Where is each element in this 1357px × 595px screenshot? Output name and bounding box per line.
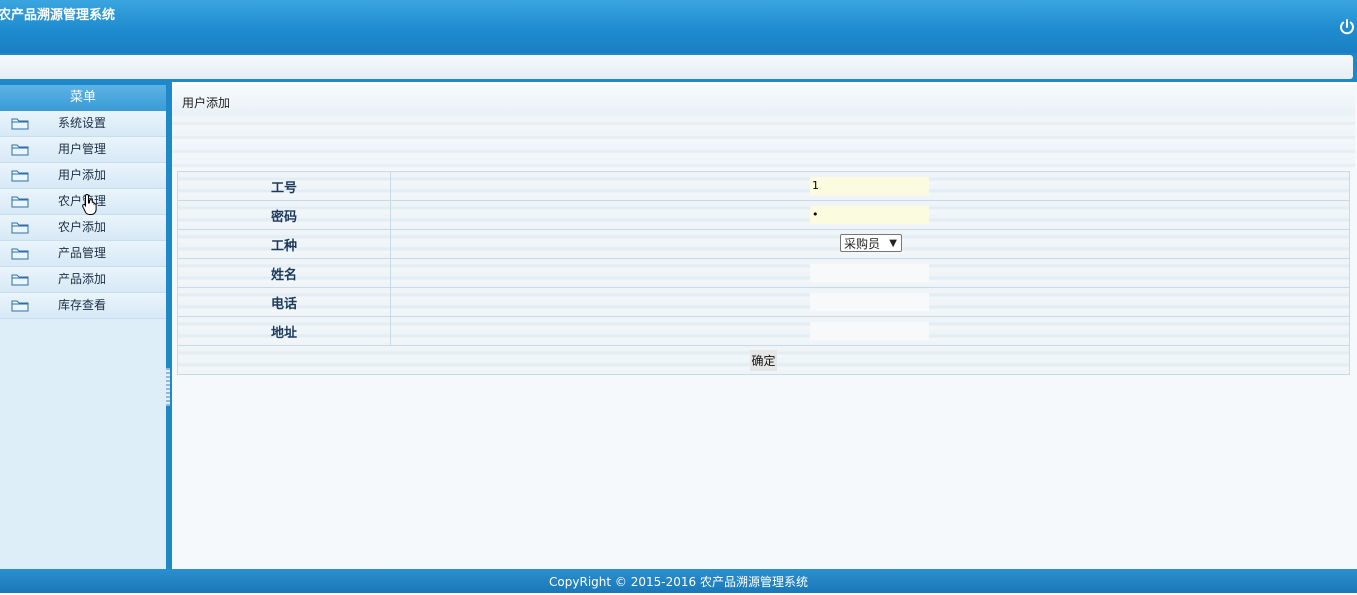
sidebar: 菜单 系统设置 用户管理 用户添加 农户管理 农户添加 产品管理 产品添加 库存… — [0, 82, 172, 569]
submit-cell: 确定 — [177, 345, 1350, 375]
hand-pointer-icon — [82, 193, 97, 215]
field-cell — [390, 316, 1350, 346]
page-title-bar: 用户添加 — [172, 85, 1355, 116]
form-submit-row: 确定 — [177, 345, 1350, 375]
employee-id-input[interactable]: 1 — [810, 177, 929, 195]
sidebar-item-farmer-add[interactable]: 农户添加 — [0, 215, 166, 241]
field-label: 地址 — [177, 316, 391, 346]
job-type-select[interactable]: 采购员 ▼ — [840, 234, 902, 252]
folder-icon — [11, 222, 29, 234]
password-input[interactable]: • — [810, 206, 929, 224]
folder-icon — [11, 274, 29, 286]
header: 农产品溯源管理系统 — [0, 0, 1357, 53]
form-row: 工号 1 — [177, 171, 1350, 201]
form-row: 姓名 — [177, 258, 1350, 288]
sidebar-item-system-settings[interactable]: 系统设置 — [0, 111, 166, 137]
sidebar-item-user-add[interactable]: 用户添加 — [0, 163, 166, 189]
sidebar-item-label: 库存查看 — [58, 298, 107, 312]
copyright-text: CopyRight © 2015-2016 农产品溯源管理系统 — [549, 575, 808, 589]
power-icon[interactable] — [1338, 18, 1356, 36]
sidebar-item-label: 系统设置 — [58, 116, 107, 130]
form-row: 电话 — [177, 287, 1350, 317]
app-title: 农产品溯源管理系统 — [0, 8, 116, 23]
sidebar-item-user-management[interactable]: 用户管理 — [0, 137, 166, 163]
folder-icon — [11, 144, 29, 156]
field-label: 工种 — [177, 229, 391, 259]
job-type-selected: 采购员 — [844, 237, 881, 251]
address-input[interactable] — [810, 322, 929, 340]
menu-title: 菜单 — [0, 85, 166, 111]
folder-icon — [11, 196, 29, 208]
form-row: 地址 — [177, 316, 1350, 346]
main-panel: 用户添加 工号 1 密码 • 工种 采购员 ▼ 姓名 电话 地址 确定 — [172, 85, 1357, 569]
content-spacer — [172, 116, 1355, 170]
field-cell — [390, 287, 1350, 317]
folder-icon — [11, 118, 29, 130]
field-cell: • — [390, 200, 1350, 230]
sidebar-splitter-handle[interactable] — [166, 368, 170, 406]
folder-icon — [11, 248, 29, 260]
user-add-form: 工号 1 密码 • 工种 采购员 ▼ 姓名 电话 地址 确定 — [177, 171, 1350, 375]
dropdown-arrow-icon: ▼ — [889, 238, 897, 249]
toolbar — [0, 53, 1357, 82]
field-cell — [390, 258, 1350, 288]
folder-icon — [11, 300, 29, 312]
folder-icon — [11, 170, 29, 182]
footer: CopyRight © 2015-2016 农产品溯源管理系统 — [0, 569, 1357, 593]
sidebar-item-label: 农户添加 — [58, 220, 107, 234]
form-row: 密码 • — [177, 200, 1350, 230]
page-title: 用户添加 — [182, 96, 231, 110]
field-label: 工号 — [177, 171, 391, 201]
field-label: 姓名 — [177, 258, 391, 288]
sidebar-item-label: 产品添加 — [58, 272, 107, 286]
sidebar-item-label: 用户管理 — [58, 142, 107, 156]
sidebar-panel: 菜单 系统设置 用户管理 用户添加 农户管理 农户添加 产品管理 产品添加 库存… — [0, 85, 166, 569]
sidebar-item-product-management[interactable]: 产品管理 — [0, 241, 166, 267]
confirm-button[interactable]: 确定 — [750, 349, 777, 371]
toolbar-bar — [0, 55, 1353, 79]
sidebar-item-label: 用户添加 — [58, 168, 107, 182]
sidebar-item-label: 产品管理 — [58, 246, 107, 260]
field-label: 密码 — [177, 200, 391, 230]
phone-input[interactable] — [810, 293, 929, 311]
form-row: 工种 采购员 ▼ — [177, 229, 1350, 259]
sidebar-item-product-add[interactable]: 产品添加 — [0, 267, 166, 293]
sidebar-item-inventory[interactable]: 库存查看 — [0, 293, 166, 319]
name-input[interactable] — [810, 264, 929, 282]
field-label: 电话 — [177, 287, 391, 317]
field-cell: 1 — [390, 171, 1350, 201]
field-cell: 采购员 ▼ — [390, 229, 1350, 259]
